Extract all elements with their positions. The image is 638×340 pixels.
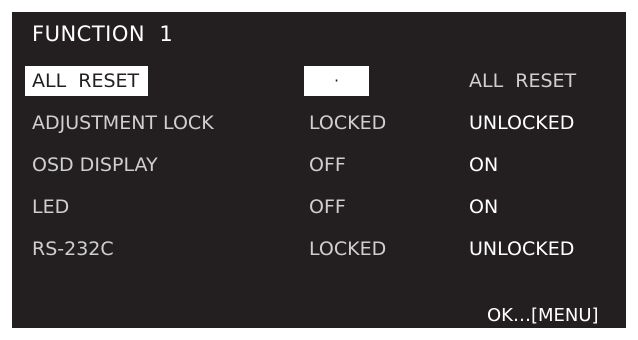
osd-menu-panel: FUNCTION 1 ALL RESET · ALL RESET ADJUSTM… (12, 12, 626, 328)
ok-menu-hint: OK…[MENU] (487, 305, 599, 326)
menu-item-label-osd-display: OSD DISPLAY (32, 154, 158, 176)
menu-row-osd-display[interactable]: OSD DISPLAY OFF ON (12, 150, 626, 180)
menu-title: FUNCTION 1 (32, 22, 174, 46)
menu-item-option-all-reset[interactable]: ALL RESET (469, 66, 576, 96)
menu-row-rs232c[interactable]: RS-232C LOCKED UNLOCKED (12, 234, 626, 264)
menu-item-value-all-reset-cursor[interactable]: · (304, 66, 369, 96)
menu-item-option-unlocked[interactable]: UNLOCKED (469, 234, 574, 264)
menu-item-label-adjustment-lock: ADJUSTMENT LOCK (32, 112, 214, 134)
menu-item-option-locked[interactable]: LOCKED (309, 234, 386, 264)
menu-row-adjustment-lock[interactable]: ADJUSTMENT LOCK LOCKED UNLOCKED (12, 108, 626, 138)
menu-item-option-on[interactable]: ON (469, 150, 498, 180)
menu-row-led[interactable]: LED OFF ON (12, 192, 626, 222)
menu-item-label-all-reset[interactable]: ALL RESET (25, 66, 149, 96)
menu-item-option-off[interactable]: OFF (309, 150, 346, 180)
menu-item-option-locked[interactable]: LOCKED (309, 108, 386, 138)
menu-item-option-unlocked[interactable]: UNLOCKED (469, 108, 574, 138)
menu-item-label-led: LED (32, 196, 70, 218)
menu-item-option-on[interactable]: ON (469, 192, 498, 222)
menu-item-option-off[interactable]: OFF (309, 192, 346, 222)
menu-item-label-rs232c: RS-232C (32, 238, 114, 260)
menu-row-all-reset[interactable]: ALL RESET · ALL RESET (12, 66, 626, 96)
